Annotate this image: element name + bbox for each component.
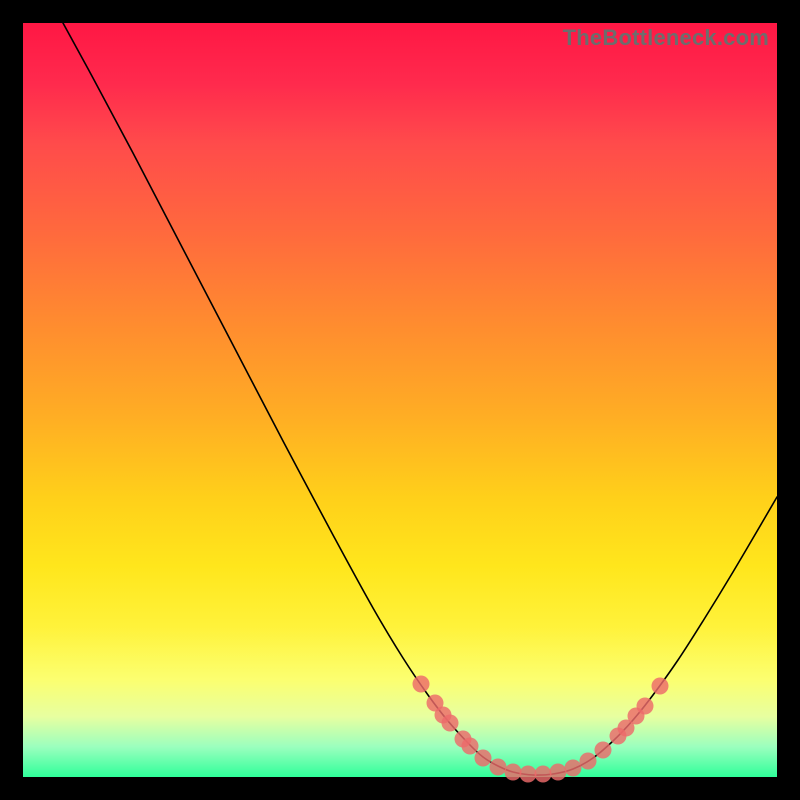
data-marker xyxy=(462,738,479,755)
plot-area: TheBottleneck.com xyxy=(23,23,777,777)
data-marker xyxy=(490,759,507,776)
data-marker xyxy=(535,766,552,783)
marker-group xyxy=(413,676,669,783)
data-marker xyxy=(442,715,459,732)
data-marker xyxy=(505,764,522,781)
data-marker xyxy=(595,742,612,759)
data-marker xyxy=(565,760,582,777)
data-marker xyxy=(475,750,492,767)
data-marker xyxy=(580,753,597,770)
chart-svg xyxy=(23,23,777,777)
data-marker xyxy=(550,764,567,781)
bottleneck-curve xyxy=(63,23,777,775)
data-marker xyxy=(413,676,430,693)
data-marker xyxy=(652,678,669,695)
data-marker xyxy=(520,766,537,783)
chart-frame: TheBottleneck.com xyxy=(0,0,800,800)
data-marker xyxy=(637,698,654,715)
